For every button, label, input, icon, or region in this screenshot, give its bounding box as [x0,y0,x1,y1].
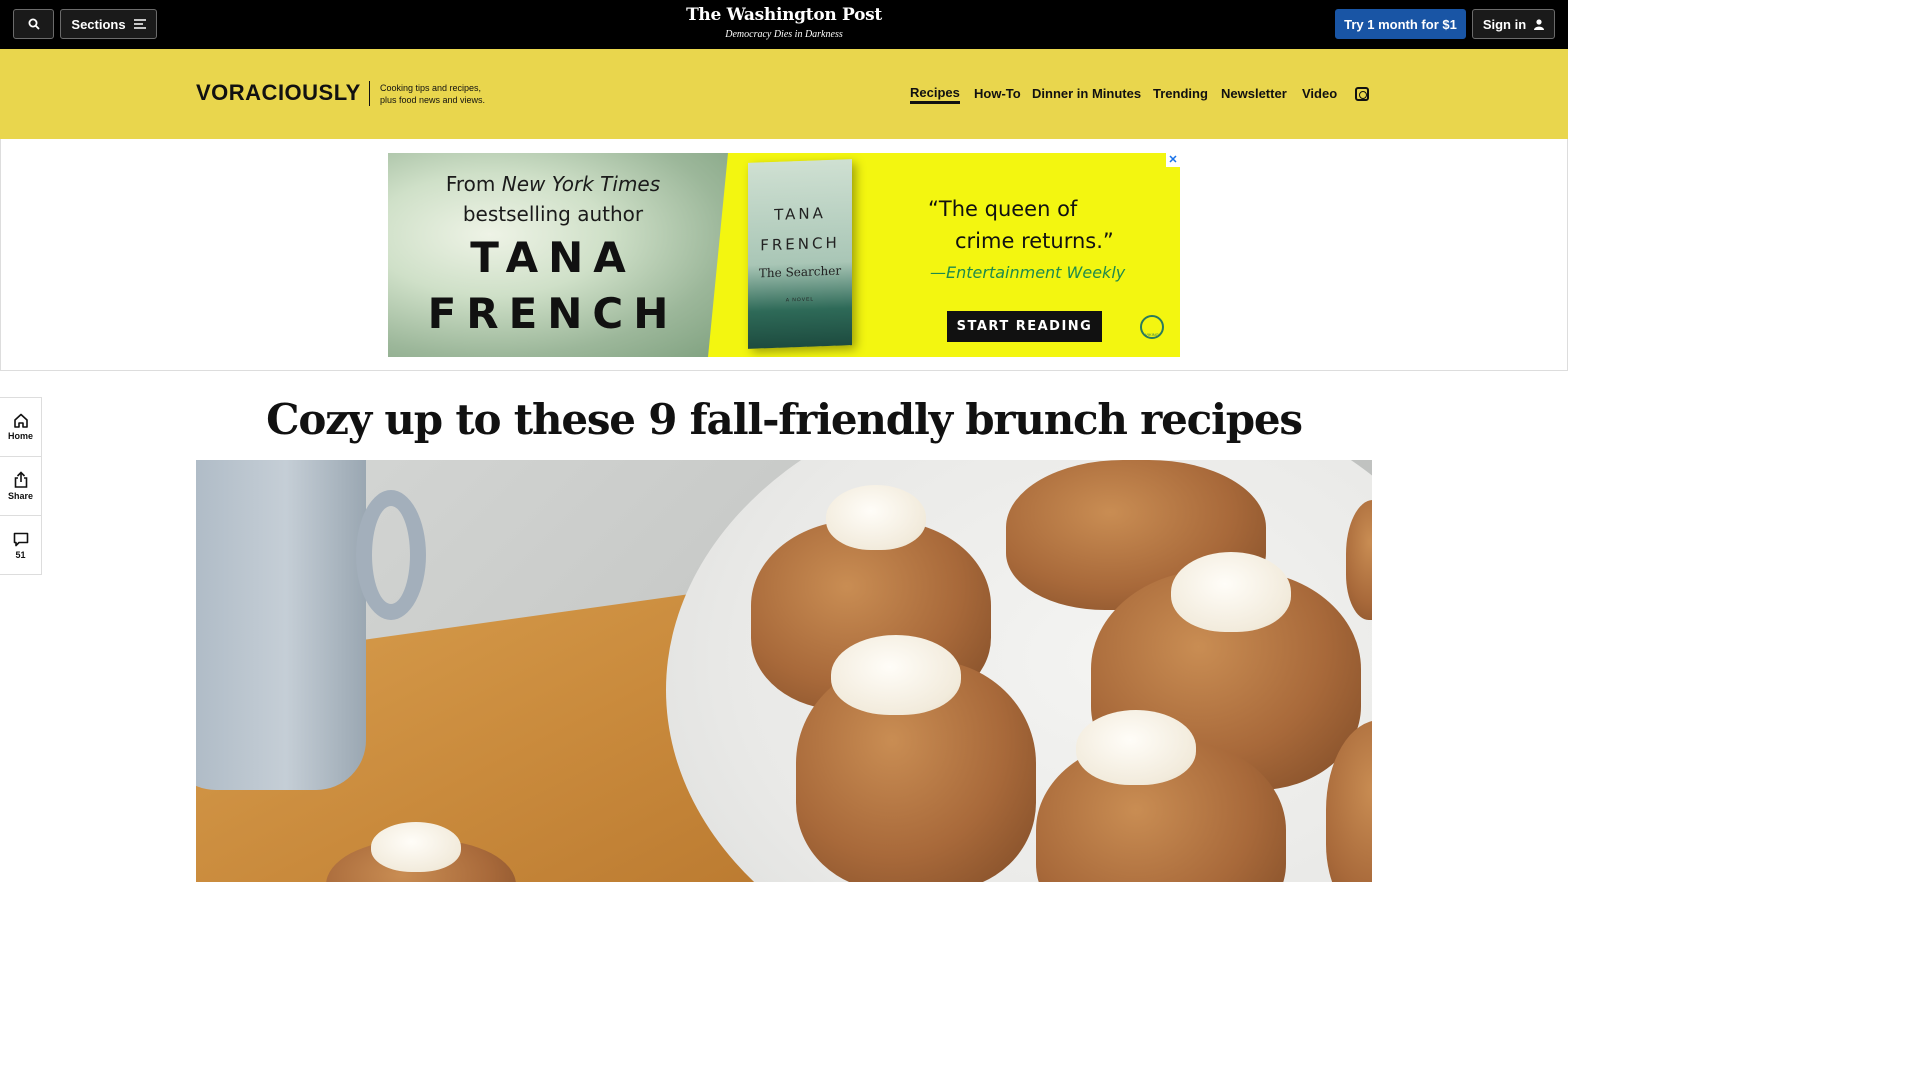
ad-quote-line1: “The queen of [928,197,1078,221]
sections-button[interactable]: Sections [60,9,157,39]
top-bar: Sections The Washington Post Democracy D… [0,0,1568,49]
voraciously-logo[interactable]: VORACIOUSLY [196,80,361,106]
cream-topping [831,635,961,715]
ad-from-text: From New York Times bestselling author [388,169,718,229]
ad-author-first: TANA [470,233,636,282]
book-advertisement[interactable]: From New York Times bestselling author T… [388,153,1180,357]
user-icon [1534,18,1545,30]
cream-topping [1171,552,1291,632]
viking-logo: VIKING [1140,315,1164,339]
masthead-logo[interactable]: The Washington Post Democracy Dies in Da… [684,4,884,42]
nav-video[interactable]: Video [1302,86,1337,101]
ad-quote-line2: crime returns.” [955,229,1114,253]
start-reading-button[interactable]: START READING [947,311,1102,342]
cream-topping [371,822,461,872]
ad-from-publication: New York Times [501,172,661,196]
nav-newsletter[interactable]: Newsletter [1221,86,1287,101]
section-tagline-line2: plus food news and views. [380,95,486,105]
book-title: The Searcher [758,263,842,281]
book-author-first: TANA [774,204,826,224]
book-author-last: FRENCH [760,233,840,255]
book-subtitle: A NOVEL [785,296,815,304]
sign-in-button[interactable]: Sign in [1472,9,1555,39]
section-tagline: Cooking tips and recipes, plus food news… [380,82,510,106]
nav-dinner-in-minutes[interactable]: Dinner in Minutes [1032,86,1141,101]
cream-topping [1076,710,1196,785]
search-button[interactable] [13,9,54,39]
ad-close-button[interactable]: ✕ [1166,153,1180,167]
nav-trending[interactable]: Trending [1153,86,1208,101]
ad-from-prefix: From [445,172,502,196]
book-cover: TANA FRENCH The Searcher A NOVEL [748,159,852,349]
instagram-icon[interactable] [1355,87,1369,101]
ad-from-line2: bestselling author [462,202,644,226]
rail-home-label: Home [7,431,33,441]
masthead-title: The Washington Post [686,5,882,25]
masthead-tagline: Democracy Dies in Darkness [725,29,843,40]
mug-handle [356,490,426,620]
share-icon [14,471,27,488]
search-icon [28,18,40,30]
section-header: VORACIOUSLY Cooking tips and recipes, pl… [0,49,1568,139]
mug [196,460,366,790]
menu-icon [133,19,146,29]
logo-divider [369,81,370,106]
comment-icon [13,532,28,546]
rail-share-button[interactable]: Share [0,457,41,516]
section-tagline-line1: Cooking tips and recipes, [380,83,482,93]
hero-image [196,460,1372,882]
ad-author-last: FRENCH [427,289,679,338]
article-side-rail: Home Share 51 [0,397,42,575]
ad-quote-attribution: —Entertainment Weekly [930,263,1126,282]
rail-home-button[interactable]: Home [0,398,41,457]
sign-in-label: Sign in [1482,16,1527,32]
rail-share-label: Share [7,491,33,501]
article-headline: Cozy up to these 9 fall-friendly brunch … [266,395,1303,444]
subscribe-button[interactable]: Try 1 month for $1 [1335,9,1466,39]
nav-recipes[interactable]: Recipes [910,85,960,104]
nav-how-to[interactable]: How-To [974,86,1021,101]
cream-topping [826,485,926,550]
sections-label: Sections [71,16,126,32]
home-icon [13,413,28,428]
rail-comments-count: 51 [15,549,26,560]
rail-comments-button[interactable]: 51 [0,516,41,575]
